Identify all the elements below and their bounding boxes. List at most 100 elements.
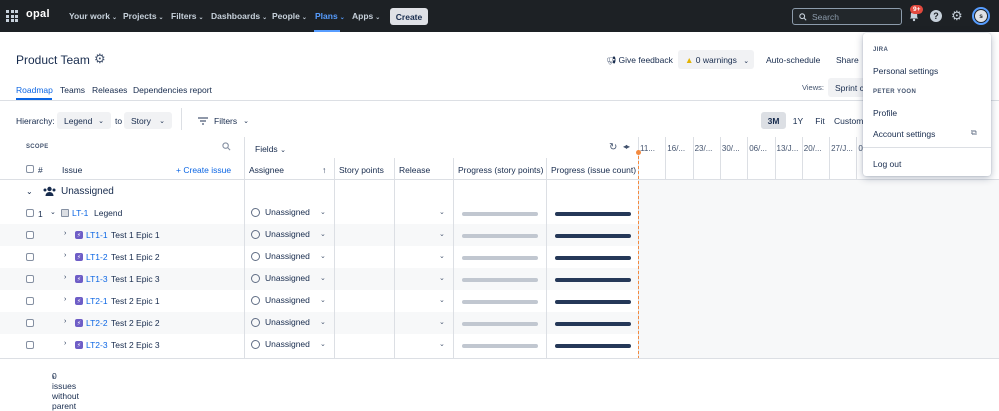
chevron-right-icon[interactable]: › [64, 230, 66, 237]
issue-key-link[interactable]: LT1-2 [86, 252, 108, 262]
table-row[interactable]: › ⚡︎ LT2-3 Test 2 Epic 3 Unassigned ⌄ ⌄ [0, 334, 638, 356]
table-row[interactable]: › ⚡︎ LT1-2 Test 1 Epic 2 Unassigned ⌄ ⌄ [0, 246, 638, 268]
assignee-cell[interactable]: Unassigned [251, 229, 310, 239]
row-checkbox[interactable] [26, 319, 34, 327]
assignee-cell[interactable]: Unassigned [251, 317, 310, 327]
tab-releases[interactable]: Releases [92, 85, 127, 95]
chevron-down-icon[interactable]: ⌄ [320, 274, 326, 282]
row-checkbox[interactable] [26, 341, 34, 349]
assignee-cell[interactable]: Unassigned [251, 273, 310, 283]
nav-apps[interactable]: Apps ⌄ [352, 11, 380, 21]
views-select[interactable]: Sprint c [828, 78, 868, 97]
chevron-down-icon[interactable]: ⌄ [26, 187, 33, 196]
release-dropdown-chevron-icon[interactable]: ⌄ [439, 230, 445, 238]
chevron-right-icon[interactable]: › [64, 318, 66, 325]
group-row-unassigned[interactable]: ⌄ Unassigned [0, 180, 638, 202]
refresh-icon[interactable]: ↻ [609, 142, 617, 153]
chevron-right-icon[interactable]: › [64, 340, 66, 347]
table-row[interactable]: 1 ⌄ LT-1 Legend Unassigned ⌄ ⌄ [0, 202, 638, 224]
range-1y-button[interactable]: 1Y [788, 112, 808, 129]
share-button[interactable]: Share [836, 55, 859, 65]
hierarchy-to-select[interactable]: Story ⌄ [124, 112, 172, 129]
chevron-down-icon[interactable]: ⌄ [320, 208, 326, 216]
row-checkbox[interactable] [26, 297, 34, 305]
column-progress-story-points[interactable]: Progress (story points) [458, 165, 544, 175]
create-button[interactable]: Create [390, 8, 428, 25]
create-issue-button[interactable]: + Create issue [176, 165, 231, 175]
profile-link[interactable]: Profile [873, 108, 897, 118]
table-row[interactable]: › ⚡︎ LT2-2 Test 2 Epic 2 Unassigned ⌄ ⌄ [0, 312, 638, 334]
release-dropdown-chevron-icon[interactable]: ⌄ [439, 318, 445, 326]
nav-plans[interactable]: Plans ⌄ [315, 11, 345, 21]
settings-gear-icon[interactable]: ⚙ [951, 9, 963, 22]
issue-key-link[interactable]: LT-1 [72, 208, 88, 218]
chevron-down-icon[interactable]: ⌄ [50, 208, 56, 216]
column-issue[interactable]: Issue [62, 165, 82, 175]
auto-schedule-button[interactable]: Auto-schedule [766, 55, 820, 65]
range-fit-button[interactable]: Fit [811, 112, 829, 129]
chevron-down-icon[interactable]: ⌄ [320, 296, 326, 304]
issue-key-link[interactable]: LT2-1 [86, 296, 108, 306]
issue-key-link[interactable]: LT2-3 [86, 340, 108, 350]
table-row[interactable]: › ⚡︎ LT1-1 Test 1 Epic 1 Unassigned ⌄ ⌄ [0, 224, 638, 246]
range-3m-button[interactable]: 3M [761, 112, 786, 129]
tab-teams[interactable]: Teams [60, 85, 85, 95]
release-dropdown-chevron-icon[interactable]: ⌄ [439, 252, 445, 260]
nav-dashboards[interactable]: Dashboards ⌄ [211, 11, 267, 21]
chevron-right-icon[interactable]: › [64, 252, 66, 259]
column-story-points[interactable]: Story points [339, 165, 384, 175]
tab-roadmap[interactable]: Roadmap [16, 85, 53, 95]
tab-dependencies-report[interactable]: Dependencies report [133, 85, 212, 95]
app-switcher-icon[interactable] [6, 10, 18, 22]
chevron-right-icon[interactable]: › [64, 274, 66, 281]
chevron-down-icon[interactable]: ⌄ [320, 252, 326, 260]
give-feedback-button[interactable]: 📢︎ Give feedback [606, 55, 673, 65]
assignee-cell[interactable]: Unassigned [251, 207, 310, 217]
row-checkbox[interactable] [26, 231, 34, 239]
row-checkbox[interactable] [26, 253, 34, 261]
sort-ascending-icon[interactable]: ↑ [322, 165, 326, 175]
range-custom-button[interactable]: Custom [834, 112, 864, 129]
nav-your-work[interactable]: Your work ⌄ [69, 11, 117, 21]
column-assignee[interactable]: Assignee [249, 165, 284, 175]
table-row[interactable]: › ⚡︎ LT1-3 Test 1 Epic 3 Unassigned ⌄ ⌄ [0, 268, 638, 290]
select-all-checkbox[interactable] [26, 165, 34, 173]
release-dropdown-chevron-icon[interactable]: ⌄ [439, 208, 445, 216]
expand-columns-icon[interactable]: ◂▸ [623, 142, 630, 151]
chevron-down-icon[interactable]: ⌄ [320, 230, 326, 238]
row-checkbox[interactable] [26, 209, 34, 217]
row-checkbox[interactable] [26, 275, 34, 283]
release-dropdown-chevron-icon[interactable]: ⌄ [439, 340, 445, 348]
chevron-right-icon[interactable]: › [64, 296, 66, 303]
hierarchy-from-select[interactable]: Legend ⌄ [57, 112, 111, 129]
fields-button[interactable]: Fields ⌄ [255, 144, 286, 154]
column-release[interactable]: Release [399, 165, 430, 175]
issue-key-link[interactable]: LT1-3 [86, 274, 108, 284]
search-box[interactable] [792, 8, 902, 25]
product-logo[interactable]: opal [26, 8, 50, 20]
personal-settings-link[interactable]: Personal settings [873, 66, 938, 76]
help-icon[interactable]: ? [930, 10, 942, 22]
nav-filters[interactable]: Filters ⌄ [171, 11, 204, 21]
release-dropdown-chevron-icon[interactable]: ⌄ [439, 296, 445, 304]
account-settings-link[interactable]: Account settings [873, 129, 935, 139]
release-dropdown-chevron-icon[interactable]: ⌄ [439, 274, 445, 282]
assignee-cell[interactable]: Unassigned [251, 339, 310, 349]
assignee-cell[interactable]: Unassigned [251, 251, 310, 261]
issue-key-link[interactable]: LT2-2 [86, 318, 108, 328]
issue-key-link[interactable]: LT1-1 [86, 230, 108, 240]
assignee-cell[interactable]: Unassigned [251, 295, 310, 305]
filters-button[interactable]: Filters ⌄ [198, 116, 249, 126]
column-progress-issue-count[interactable]: Progress (issue count) [551, 165, 636, 175]
chevron-down-icon[interactable]: ⌄ [320, 318, 326, 326]
nav-projects[interactable]: Projects ⌄ [123, 11, 164, 21]
search-input[interactable] [812, 11, 892, 22]
profile-avatar[interactable]: s [972, 7, 990, 25]
chevron-down-icon[interactable]: ⌄ [320, 340, 326, 348]
table-row[interactable]: › ⚡︎ LT2-1 Test 2 Epic 1 Unassigned ⌄ ⌄ [0, 290, 638, 312]
issues-without-parent-row[interactable]: › 0 issues without parent [0, 358, 999, 411]
plan-settings-gear-icon[interactable]: ⚙ [94, 52, 106, 66]
search-icon[interactable] [222, 142, 231, 153]
log-out-link[interactable]: Log out [873, 159, 901, 169]
nav-people[interactable]: People ⌄ [272, 11, 307, 21]
